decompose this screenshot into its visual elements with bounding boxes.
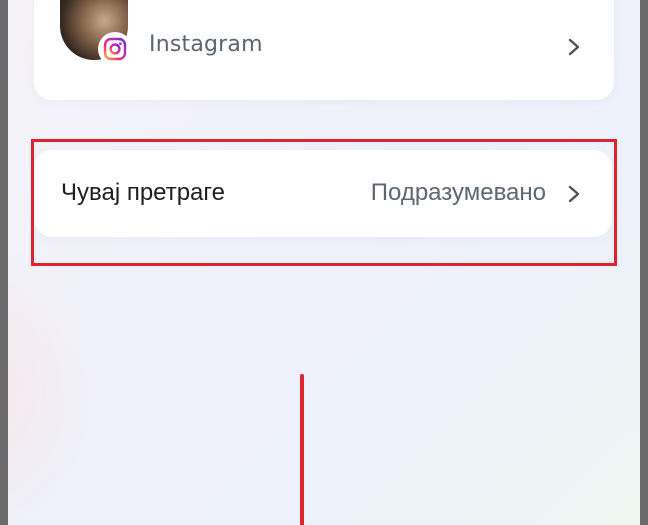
highlight-annotation-box (31, 139, 617, 266)
instagram-icon (98, 32, 132, 66)
settings-screen: Instagram Чувај претраге Подразумевано (8, 0, 640, 525)
background-glow (8, 240, 98, 525)
chevron-right-icon (568, 38, 580, 56)
instagram-account-row[interactable]: Instagram (34, 0, 614, 100)
annotation-pointer-line (300, 374, 304, 525)
instagram-label: Instagram (149, 32, 263, 57)
